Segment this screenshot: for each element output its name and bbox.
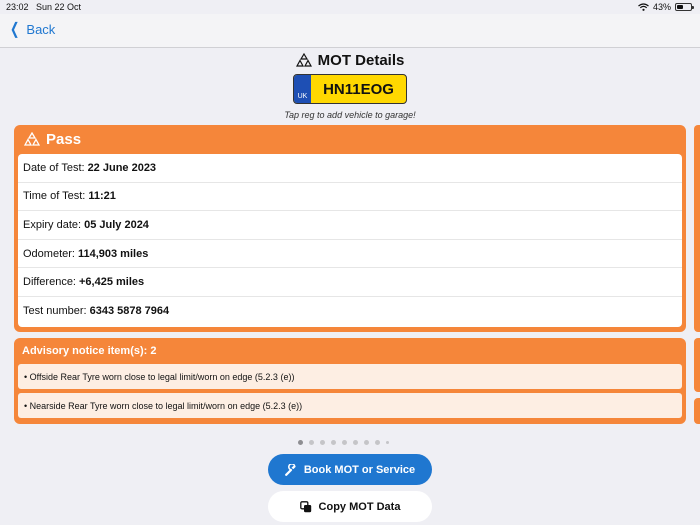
status-right: 43% xyxy=(638,2,694,12)
detail-row-date: Date of Test: 22 June 2023 xyxy=(18,154,682,183)
page-title-row: MOT Details xyxy=(0,52,700,69)
plate-country: UK xyxy=(294,75,311,103)
battery-icon xyxy=(675,3,694,11)
copy-mot-label: Copy MOT Data xyxy=(318,500,401,513)
detail-label: Expiry date: xyxy=(23,218,82,231)
registration-plate[interactable]: UK HN11EOG xyxy=(293,74,407,104)
advisory-card: Advisory notice item(s): 2 • Offside Rea… xyxy=(14,338,686,424)
next-advisory-item-peek xyxy=(694,398,700,424)
status-bar: 23:02 Sun 22 Oct 43% xyxy=(0,0,700,14)
back-label: Back xyxy=(26,22,56,37)
mot-triangle-icon xyxy=(295,53,312,67)
detail-row-odometer: Odometer: 114,903 miles xyxy=(18,240,682,269)
nav-bar: ❮ Back xyxy=(0,14,700,48)
page-dot[interactable] xyxy=(375,440,380,445)
back-button[interactable]: ❮ Back xyxy=(8,20,56,38)
chevron-left-icon: ❮ xyxy=(10,20,20,38)
detail-value: 05 July 2024 xyxy=(84,218,149,231)
wifi-icon xyxy=(638,3,649,11)
detail-value: 22 June 2023 xyxy=(87,161,157,174)
detail-label: Odometer: xyxy=(23,247,75,260)
mot-result-card: Pass Date of Test: 22 June 2023 Time of … xyxy=(14,125,686,332)
result-details: Date of Test: 22 June 2023 Time of Test:… xyxy=(18,154,682,327)
page-dot[interactable] xyxy=(309,440,314,445)
detail-row-time: Time of Test: 11:21 xyxy=(18,183,682,212)
status-date: Sun 22 Oct xyxy=(36,2,82,12)
page-dot[interactable] xyxy=(353,440,358,445)
add-to-garage-hint: Tap reg to add vehicle to garage! xyxy=(284,110,416,120)
book-mot-label: Book MOT or Service xyxy=(303,463,416,476)
detail-label: Time of Test: xyxy=(23,190,86,203)
page-dot[interactable] xyxy=(331,440,336,445)
page-dot[interactable] xyxy=(342,440,347,445)
registration-number: HN11EOG xyxy=(323,81,394,98)
page-indicator[interactable] xyxy=(298,440,389,445)
detail-label: Difference: xyxy=(23,276,76,289)
advisory-item: • Nearside Rear Tyre worn close to legal… xyxy=(18,393,682,418)
detail-value: 6343 5878 7964 xyxy=(89,305,170,318)
detail-row-difference: Difference: +6,425 miles xyxy=(18,268,682,297)
copy-mot-data-button[interactable]: Copy MOT Data xyxy=(268,491,432,522)
next-advisory-card-peek[interactable] xyxy=(694,338,700,392)
detail-label: Date of Test: xyxy=(23,161,85,174)
status-time: 23:02 xyxy=(6,2,29,12)
result-header: Pass xyxy=(18,125,682,154)
page-dot[interactable] xyxy=(386,441,389,444)
page-title: MOT Details xyxy=(317,52,405,69)
wrench-icon xyxy=(284,463,296,476)
page-dot[interactable] xyxy=(298,440,303,445)
detail-value: 114,903 miles xyxy=(77,247,149,260)
detail-row-expiry: Expiry date: 05 July 2024 xyxy=(18,211,682,240)
page-dot[interactable] xyxy=(320,440,325,445)
detail-value: +6,425 miles xyxy=(79,276,145,289)
advisory-item: • Offside Rear Tyre worn close to legal … xyxy=(18,364,682,389)
next-result-card-peek[interactable] xyxy=(694,125,700,332)
detail-label: Test number: xyxy=(23,305,87,318)
advisory-header: Advisory notice item(s): 2 xyxy=(22,345,157,357)
battery-percent: 43% xyxy=(652,2,671,12)
copy-icon xyxy=(299,500,311,512)
result-status: Pass xyxy=(46,131,82,148)
detail-row-test-number: Test number: 6343 5878 7964 xyxy=(18,297,682,326)
detail-value: 11:21 xyxy=(88,190,116,203)
book-mot-button[interactable]: Book MOT or Service xyxy=(268,454,432,485)
mot-triangle-icon xyxy=(24,132,40,146)
page-dot[interactable] xyxy=(364,440,369,445)
